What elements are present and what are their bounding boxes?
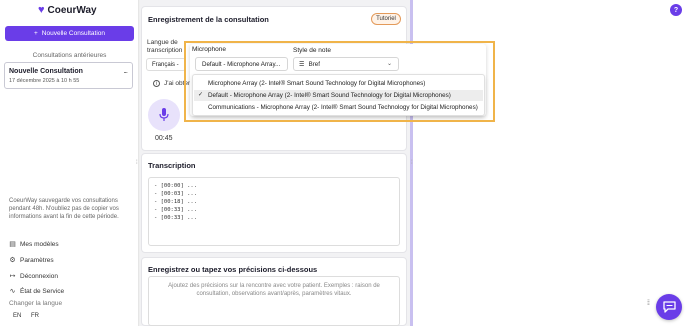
transcription-title: Transcription [148, 161, 196, 170]
sidebar: ♥ CoeurWay + Nouvelle Consultation Consu… [0, 0, 139, 326]
transcription-textarea[interactable]: - [00:00] ... - [00:03] ... - [00:18] ..… [148, 177, 400, 246]
chat-icon [662, 301, 676, 313]
recording-timer: 00:45 [155, 135, 173, 142]
document-icon: ▤ [9, 241, 16, 248]
brand-name: CoeurWay [47, 5, 97, 16]
logo[interactable]: ♥ CoeurWay [38, 4, 97, 17]
sidebar-item-logout[interactable]: ↦ Déconnexion [9, 272, 58, 281]
highlight-frame [184, 41, 495, 122]
change-language-label: Changer la langue [9, 300, 63, 307]
previous-consultations-heading: Consultations antérieures [32, 52, 107, 59]
resize-handle-right[interactable]: ⁞ [411, 160, 413, 166]
transcript-line: - [00:03] ... [154, 191, 198, 197]
transcript-line: - [00:33] ... [154, 207, 198, 213]
help-button[interactable]: ? [670, 4, 682, 16]
transcript-line: - [00:18] ... [154, 199, 198, 205]
recording-title: Enregistrement de la consultation [148, 15, 269, 24]
gear-icon: ⚙ [9, 257, 16, 264]
info-icon: i [153, 80, 160, 87]
transcript-line: - [00:33] ... [154, 215, 198, 221]
pulse-icon: ∿ [9, 288, 16, 295]
new-consultation-label: Nouvelle Consultation [41, 30, 106, 37]
sidebar-item-label: Déconnexion [20, 272, 58, 280]
logout-icon: ↦ [9, 273, 16, 280]
language-en-button[interactable]: EN [13, 313, 21, 319]
sidebar-item-label: Mes modèles [20, 240, 59, 248]
drag-handle-icon[interactable]: ⁞⁞ [647, 300, 650, 307]
new-consultation-button[interactable]: + Nouvelle Consultation [5, 26, 134, 41]
sidebar-item-templates[interactable]: ▤ Mes modèles [9, 240, 59, 249]
resize-handle-left[interactable]: ⁞ [136, 160, 138, 166]
consultation-item[interactable]: Nouvelle Consultation 17 décembre 2025 à… [4, 62, 133, 89]
sidebar-item-label: État de Service [20, 287, 65, 295]
consultation-date: 17 décembre 2025 à 10 h 55 [9, 78, 80, 84]
transcription-language-select[interactable]: Français - [146, 58, 186, 71]
transcript-line: - [00:00] ... [154, 183, 198, 189]
details-textarea[interactable]: Ajoutez des précisions sur la rencontre … [148, 276, 400, 326]
transcription-language-label: Langue de transcription [147, 39, 183, 54]
sidebar-item-label: Paramètres [20, 256, 54, 264]
sidebar-item-service-status[interactable]: ∿ État de Service [9, 287, 65, 296]
retention-notice: CoeurWay sauvegarde vos consultations pe… [9, 198, 119, 220]
heart-logo-icon: ♥ [38, 4, 45, 16]
record-button[interactable] [148, 99, 180, 131]
details-title: Enregistrez ou tapez vos précisions ci-d… [148, 265, 318, 274]
tutorial-button[interactable]: Tutoriel [371, 13, 401, 25]
consultation-title: Nouvelle Consultation [9, 68, 83, 75]
chat-button[interactable] [656, 294, 682, 320]
plus-icon: + [33, 30, 38, 37]
language-fr-button[interactable]: FR [31, 313, 39, 319]
sidebar-item-settings[interactable]: ⚙ Paramètres [9, 256, 54, 265]
microphone-icon [159, 108, 169, 121]
more-options-icon[interactable]: ... [123, 66, 128, 75]
